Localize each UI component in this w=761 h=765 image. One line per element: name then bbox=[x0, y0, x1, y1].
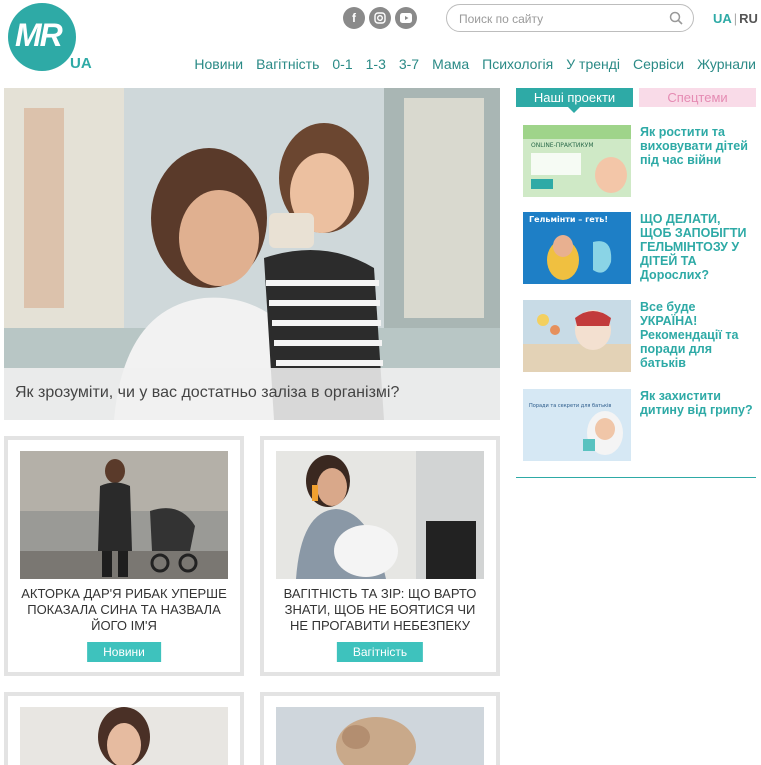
article-title[interactable]: ВАГІТНІСТЬ ТА ЗІР: ЩО ВАРТО ЗНАТИ, ЩОБ Н… bbox=[274, 586, 486, 634]
project-image: ONLINE-ПРАКТИКУМ bbox=[523, 125, 631, 197]
tab-our-projects[interactable]: Наші проекти bbox=[516, 88, 633, 113]
site-logo[interactable]: MR UA bbox=[8, 3, 92, 75]
article-image bbox=[276, 707, 484, 765]
project-title[interactable]: Як захистити дитину від грипу? bbox=[640, 389, 754, 417]
nav-item-news[interactable]: Новини bbox=[194, 56, 243, 72]
search-box bbox=[446, 4, 694, 32]
nav-item-mom[interactable]: Мама bbox=[432, 56, 469, 72]
instagram-icon[interactable] bbox=[369, 7, 391, 29]
nav-item-psychology[interactable]: Психологія bbox=[482, 56, 553, 72]
category-tag[interactable]: Новини bbox=[87, 642, 161, 662]
logo-text: MR bbox=[15, 17, 63, 53]
project-image-text: ONLINE-ПРАКТИКУМ bbox=[531, 142, 594, 149]
language-switch: UA | RU bbox=[713, 11, 758, 26]
lang-ru[interactable]: RU bbox=[739, 11, 758, 26]
nav-item-1-3[interactable]: 1-3 bbox=[366, 56, 386, 72]
nav-item-magazines[interactable]: Журнали bbox=[697, 56, 756, 72]
nav-item-3-7[interactable]: 3-7 bbox=[399, 56, 419, 72]
project-image: Поради та секрети для батьків bbox=[523, 389, 631, 461]
project-title[interactable]: Як ростити та виховувати дітей під час в… bbox=[640, 125, 754, 167]
project-title[interactable]: ЩО ДЕЛАТИ, ЩОБ ЗАПОБІГТИ ГЕЛЬМІНТОЗУ У Д… bbox=[640, 212, 754, 282]
project-image: Гельмінти – геть! bbox=[523, 212, 631, 284]
article-image bbox=[20, 707, 228, 765]
lang-ua[interactable]: UA bbox=[713, 11, 732, 26]
article-card[interactable] bbox=[4, 692, 244, 765]
nav-item-0-1[interactable]: 0-1 bbox=[332, 56, 352, 72]
youtube-icon[interactable] bbox=[395, 7, 417, 29]
tab-special-topics[interactable]: Спецтеми bbox=[639, 88, 756, 107]
facebook-icon[interactable]: f bbox=[343, 7, 365, 29]
article-image bbox=[276, 451, 484, 579]
search-icon[interactable] bbox=[669, 11, 683, 25]
article-card[interactable]: ВАГІТНІСТЬ ТА ЗІР: ЩО ВАРТО ЗНАТИ, ЩОБ Н… bbox=[260, 436, 500, 676]
article-title[interactable]: АКТОРКА ДАР'Я РИБАК УПЕРШЕ ПОКАЗАЛА СИНА… bbox=[18, 586, 230, 634]
article-card[interactable] bbox=[260, 692, 500, 765]
nav-item-pregnancy[interactable]: Вагітність bbox=[256, 56, 319, 72]
nav-item-trends[interactable]: У тренді bbox=[566, 56, 620, 72]
project-title[interactable]: Все буде УКРАЇНА! Рекомендації та поради… bbox=[640, 300, 754, 370]
hero-article[interactable]: Як зрозуміти, чи у вас достатньо заліза … bbox=[4, 88, 500, 420]
project-image bbox=[523, 300, 631, 372]
category-tag[interactable]: Вагітність bbox=[336, 642, 424, 662]
article-card[interactable]: АКТОРКА ДАР'Я РИБАК УПЕРШЕ ПОКАЗАЛА СИНА… bbox=[4, 436, 244, 676]
hero-caption[interactable]: Як зрозуміти, чи у вас достатньо заліза … bbox=[4, 368, 500, 420]
search-input[interactable] bbox=[459, 10, 659, 28]
logo-sub-text: UA bbox=[70, 55, 92, 72]
project-image-text: Гельмінти – геть! bbox=[529, 214, 608, 224]
article-image bbox=[20, 451, 228, 579]
project-image-text: Поради та секрети для батьків bbox=[529, 403, 611, 409]
social-links: f bbox=[343, 7, 417, 29]
nav-item-services[interactable]: Сервіси bbox=[633, 56, 684, 72]
sidebar-tabs: Наші проекти Спецтеми bbox=[516, 88, 756, 113]
main-nav: Новини Вагітність 0-1 1-3 3-7 Мама Психо… bbox=[194, 56, 756, 72]
sidebar-divider bbox=[516, 477, 756, 478]
